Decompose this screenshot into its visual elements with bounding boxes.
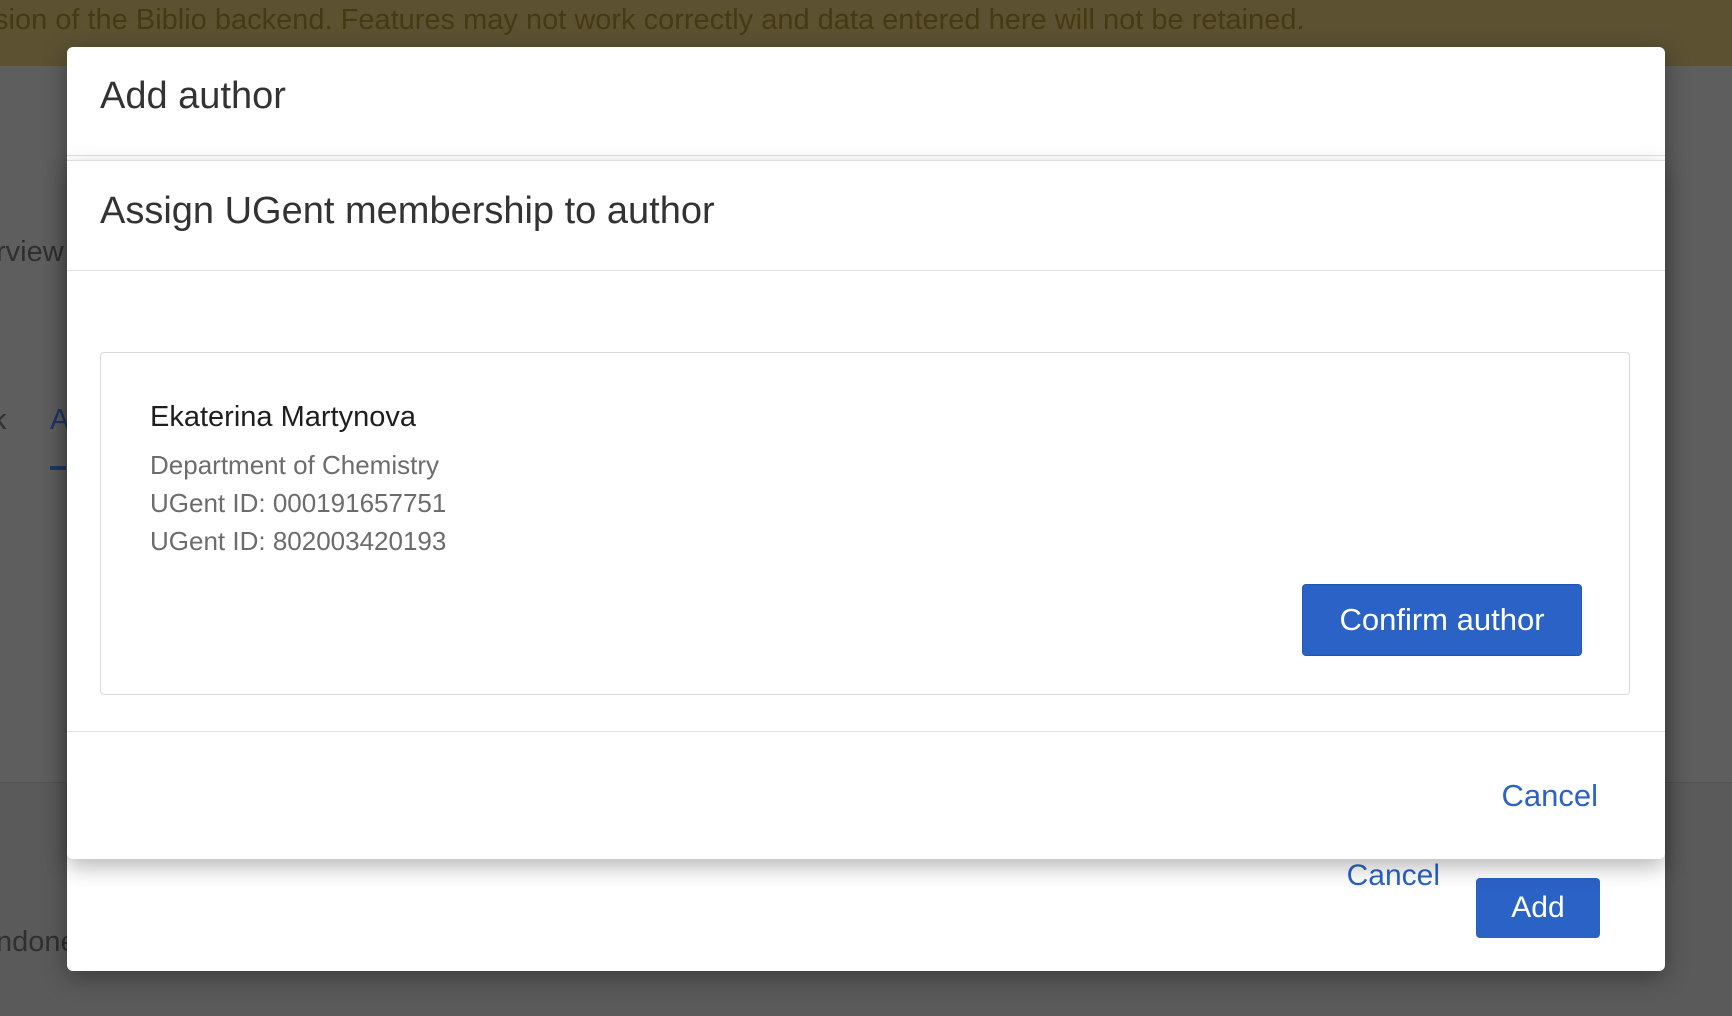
add-author-modal-title: Add author <box>100 75 286 117</box>
add-author-modal-header: Add author <box>67 47 1665 156</box>
assign-membership-modal: Assign UGent membership to author Ekater… <box>67 160 1665 859</box>
add-author-add-button[interactable]: Add <box>1476 878 1600 938</box>
add-author-cancel-button[interactable]: Cancel <box>1347 859 1440 893</box>
assign-membership-modal-footer: Cancel <box>67 731 1665 860</box>
background-tab-fragment-k: k <box>0 404 7 437</box>
assign-membership-modal-title: Assign UGent membership to author <box>100 190 715 232</box>
background-overview-text: rview <box>0 236 64 268</box>
confirm-author-button[interactable]: Confirm author <box>1302 584 1582 656</box>
author-ugent-id-1: UGent ID: 000191657751 <box>150 488 447 518</box>
background-bottom-text: ndone <box>0 926 77 958</box>
author-department: Department of Chemistry <box>150 450 439 480</box>
assign-membership-modal-header: Assign UGent membership to author <box>67 161 1665 271</box>
author-card: Ekaterina Martynova Department of Chemis… <box>100 352 1630 695</box>
author-ugent-id-2: UGent ID: 802003420193 <box>150 526 447 556</box>
beta-warning-text: sion of the Biblio backend. Features may… <box>0 4 1305 36</box>
author-name: Ekaterina Martynova <box>150 401 416 433</box>
assign-membership-cancel-button[interactable]: Cancel <box>1502 778 1599 814</box>
